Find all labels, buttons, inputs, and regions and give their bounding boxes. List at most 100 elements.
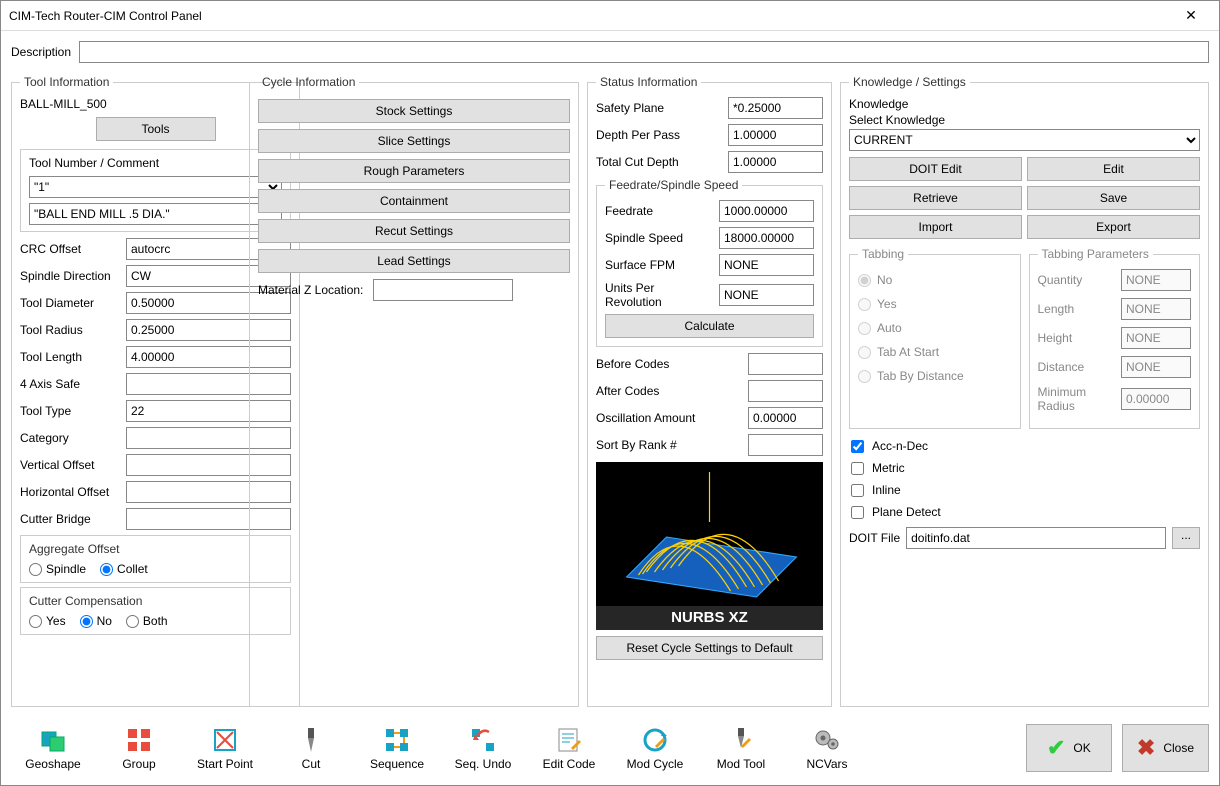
stock-settings-button[interactable]: Stock Settings [258,99,570,123]
checkmark-icon: ✔ [1047,735,1065,761]
tool-type-label: Tool Type [20,404,120,418]
acc-n-dec-check[interactable] [851,440,864,453]
tab-auto-radio: Auto [858,321,1012,335]
cc-both-radio[interactable]: Both [126,614,168,628]
agg-collet-radio[interactable]: Collet [100,562,148,576]
feedrate-label: Feedrate [605,204,713,218]
knowledge-label: Knowledge [849,97,1200,111]
lead-settings-button[interactable]: Lead Settings [258,249,570,273]
ncvars-button[interactable]: NCVars [785,717,869,779]
feedrate-group: Feedrate/Spindle Speed Feedrate Spindle … [596,178,823,347]
metric-label: Metric [872,461,905,475]
seq-undo-icon [469,726,497,754]
total-cut-depth-label: Total Cut Depth [596,155,722,169]
status-info-legend: Status Information [596,75,701,89]
depth-per-pass-input[interactable] [728,124,823,146]
category-label: Category [20,431,120,445]
mzl-label: Material Z Location: [258,283,363,297]
sort-rank-input[interactable] [748,434,823,456]
spindle-speed-input[interactable] [719,227,814,249]
recut-settings-button[interactable]: Recut Settings [258,219,570,243]
metric-check[interactable] [851,462,864,475]
sort-rank-label: Sort By Rank # [596,438,742,452]
tp-mr-label: Minimum Radius [1038,385,1118,413]
tool-comment-input[interactable] [29,203,282,225]
tools-button[interactable]: Tools [96,117,216,141]
geoshape-button[interactable]: Geoshape [11,717,95,779]
tp-h-label: Height [1038,331,1118,345]
save-button[interactable]: Save [1027,186,1200,210]
before-codes-input[interactable] [748,353,823,375]
geoshape-icon [39,726,67,754]
tp-mr-input [1121,388,1191,410]
plane-detect-label: Plane Detect [872,505,941,519]
doit-file-input[interactable] [906,527,1166,549]
feedrate-input[interactable] [719,200,814,222]
start-point-button[interactable]: Start Point [183,717,267,779]
containment-button[interactable]: Containment [258,189,570,213]
tabbing-legend: Tabbing [858,247,908,261]
rough-params-button[interactable]: Rough Parameters [258,159,570,183]
four-axis-label: 4 Axis Safe [20,377,120,391]
cc-yes-radio[interactable]: Yes [29,614,66,628]
feedrate-legend: Feedrate/Spindle Speed [605,178,742,192]
calculate-button[interactable]: Calculate [605,314,814,338]
mod-cycle-button[interactable]: Mod Cycle [613,717,697,779]
export-button[interactable]: Export [1027,215,1200,239]
osc-amount-input[interactable] [748,407,823,429]
cc-no-radio[interactable]: No [80,614,112,628]
mod-tool-button[interactable]: Mod Tool [699,717,783,779]
edit-code-button[interactable]: Edit Code [527,717,611,779]
doit-edit-button[interactable]: DOIT Edit [849,157,1022,181]
tool-number-select[interactable]: "1" [29,176,282,198]
ncvars-icon [813,726,841,754]
mod-cycle-icon [641,726,669,754]
slice-settings-button[interactable]: Slice Settings [258,129,570,153]
close-button[interactable]: ✖ Close [1122,724,1209,772]
cycle-info-legend: Cycle Information [258,75,359,89]
group-icon [125,726,153,754]
sequence-button[interactable]: Sequence [355,717,439,779]
import-button[interactable]: Import [849,215,1022,239]
after-codes-input[interactable] [748,380,823,402]
tp-d-input [1121,356,1191,378]
inline-check[interactable] [851,484,864,497]
surface-fpm-input[interactable] [719,254,814,276]
upr-input[interactable] [719,284,814,306]
agg-spindle-radio[interactable]: Spindle [29,562,86,576]
sequence-icon [383,726,411,754]
after-codes-label: After Codes [596,384,742,398]
ok-button[interactable]: ✔ OK [1026,724,1112,772]
surface-fpm-label: Surface FPM [605,258,713,272]
tab-params-legend: Tabbing Parameters [1038,247,1153,261]
tool-radius-label: Tool Radius [20,323,120,337]
plane-detect-check[interactable] [851,506,864,519]
tool-number-title: Tool Number / Comment [29,156,282,170]
tp-qty-label: Quantity [1038,273,1118,287]
tab-at-start-radio: Tab At Start [858,345,1012,359]
tp-len-label: Length [1038,302,1118,316]
reset-cycle-button[interactable]: Reset Cycle Settings to Default [596,636,823,660]
tool-info-legend: Tool Information [20,75,113,89]
close-icon[interactable]: ✕ [1171,7,1211,24]
total-cut-depth-input[interactable] [728,151,823,173]
mzl-input[interactable] [373,279,513,301]
spindle-dir-label: Spindle Direction [20,269,120,283]
knowledge-select[interactable]: CURRENT [849,129,1200,151]
tab-by-dist-radio: Tab By Distance [858,369,1012,383]
before-codes-label: Before Codes [596,357,742,371]
description-input[interactable] [79,41,1209,63]
retrieve-button[interactable]: Retrieve [849,186,1022,210]
tp-len-input [1121,298,1191,320]
bottom-toolbar: Geoshape Group Start Point Cut Sequence … [1,711,1219,785]
cutter-bridge-label: Cutter Bridge [20,512,120,526]
cut-button[interactable]: Cut [269,717,353,779]
group-button[interactable]: Group [97,717,181,779]
depth-per-pass-label: Depth Per Pass [596,128,722,142]
description-label: Description [11,45,71,59]
edit-button[interactable]: Edit [1027,157,1200,181]
seq-undo-button[interactable]: Seq. Undo [441,717,525,779]
doit-file-browse-button[interactable]: ... [1172,527,1200,549]
tp-d-label: Distance [1038,360,1118,374]
safety-plane-input[interactable] [728,97,823,119]
